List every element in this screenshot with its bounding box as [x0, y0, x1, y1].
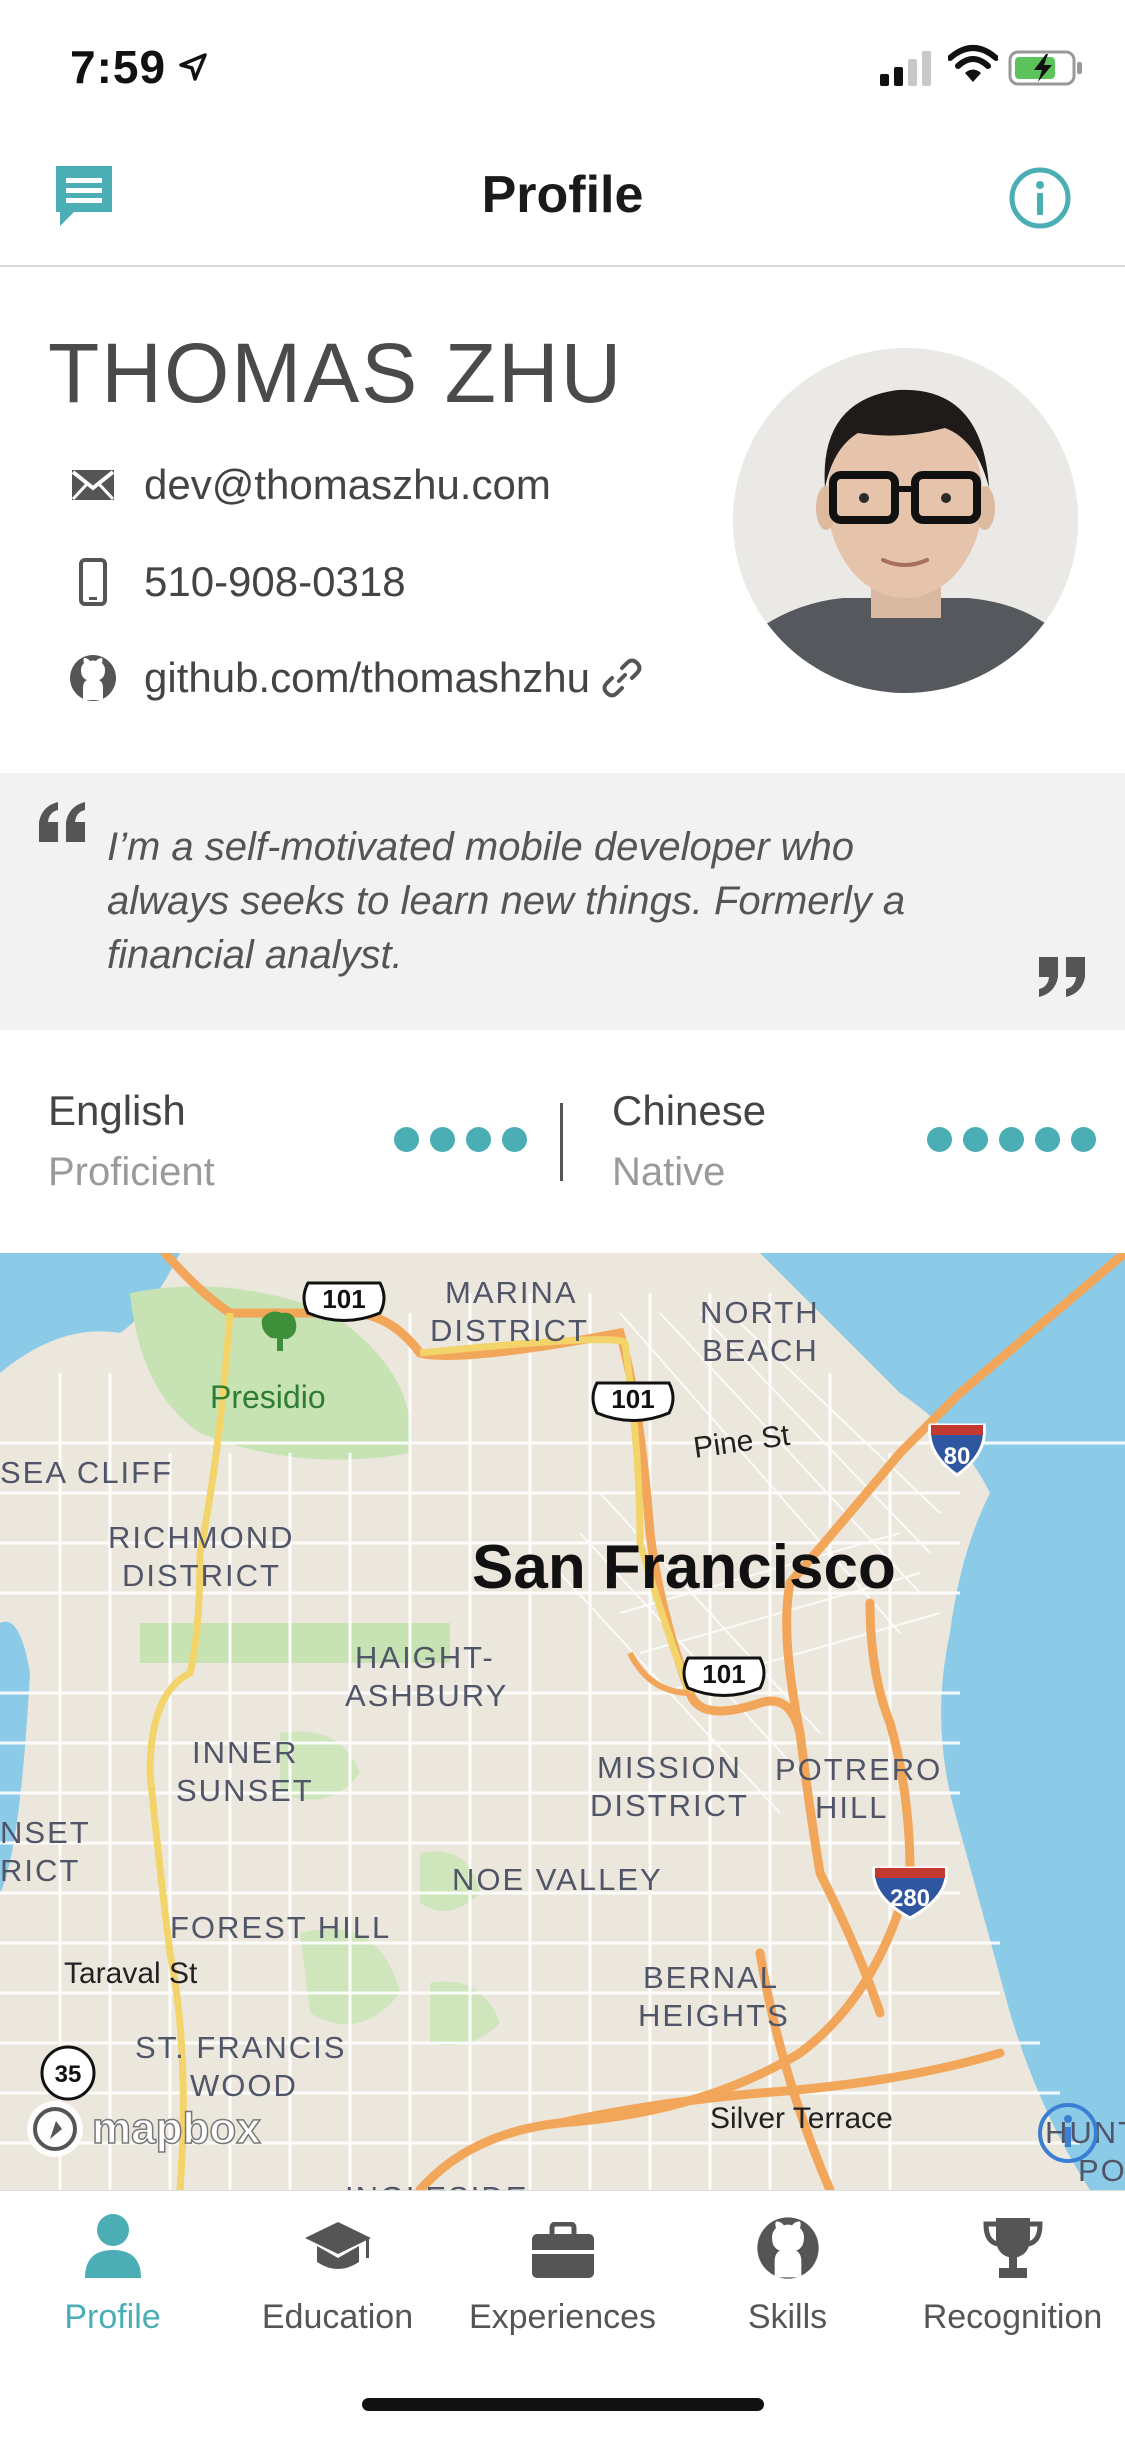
map-label: BERNAL [643, 1960, 779, 1995]
map-label: NOE VALLEY [452, 1862, 663, 1897]
language-divider [560, 1103, 563, 1181]
proficiency-dot [1071, 1127, 1096, 1152]
tab-experiences[interactable]: Experiences [450, 2200, 675, 2340]
svg-text:101: 101 [702, 1659, 745, 1689]
map-label: POTRERO [775, 1752, 942, 1787]
park-label: Presidio [210, 1379, 326, 1415]
language-name: Chinese [612, 1087, 767, 1134]
map-label: INNER [192, 1735, 298, 1770]
svg-text:mapbox: mapbox [92, 2104, 261, 2153]
tab-recognition[interactable]: Recognition [900, 2200, 1125, 2340]
us-101-shield: 101 [682, 1656, 766, 1697]
person-icon [0, 2200, 225, 2280]
proficiency-dot [502, 1127, 527, 1152]
page-title: Profile [481, 166, 644, 224]
map-label: DISTRICT [430, 1313, 589, 1348]
svg-text:101: 101 [322, 1284, 365, 1314]
profile-name: THOMAS ZHU [48, 326, 624, 420]
battery-icon [1008, 50, 1082, 86]
map-label: ASHBURY [345, 1678, 508, 1713]
map-label: HEIGHTS [638, 1998, 790, 2033]
svg-text:80: 80 [944, 1443, 971, 1470]
map-label: BEACH [702, 1333, 819, 1368]
wifi-icon [948, 45, 998, 82]
briefcase-icon [450, 2200, 675, 2280]
us-101-shield: 101 [302, 1281, 386, 1322]
email-text: dev@thomaszhu.com [144, 461, 551, 508]
ca-35-shield: 35 [40, 2045, 96, 2101]
language-level: Native [612, 1150, 726, 1194]
language-name: English [48, 1087, 186, 1134]
github-icon [68, 653, 118, 703]
map-label: DISTRICT [590, 1788, 749, 1823]
map-label: RICT [0, 1853, 80, 1888]
proficiency-dot [394, 1127, 419, 1152]
map-label: HILL [815, 1790, 888, 1825]
map-label: HUNTE [1045, 2115, 1125, 2150]
us-101-shield: 101 [591, 1381, 675, 1422]
location-map[interactable]: MARINA DISTRICT NORTH BEACH SEA CLIFF RI… [0, 1253, 1125, 2190]
map-label: DISTRICT [122, 1558, 281, 1593]
home-indicator[interactable] [362, 2398, 764, 2411]
mapbox-logo: mapbox [27, 2101, 262, 2157]
tab-label: Experiences [468, 2298, 657, 2336]
status-time: 7:59 [70, 41, 167, 93]
tab-education[interactable]: Education [225, 2200, 450, 2340]
proficiency-dots [394, 1127, 527, 1152]
proficiency-dot [999, 1127, 1024, 1152]
proficiency-dot [963, 1127, 988, 1152]
street-label: Silver Terrace [710, 2102, 893, 2135]
info-icon[interactable] [1008, 166, 1072, 230]
map-label: SUNSET [176, 1773, 314, 1808]
proficiency-dot [927, 1127, 952, 1152]
external-link-icon [602, 658, 642, 698]
cellular-signal-icon [880, 51, 931, 86]
map-label: ST. FRANCIS [135, 2030, 346, 2065]
map-label: RICHMOND [108, 1520, 295, 1555]
svg-text:101: 101 [611, 1384, 654, 1414]
close-quote-icon [1039, 957, 1085, 997]
github-row[interactable]: github.com/thomashzhu [68, 648, 642, 708]
phone-text: 510-908-0318 [144, 558, 406, 605]
map-label: NORTH [700, 1295, 820, 1330]
tab-label: Education [261, 2298, 414, 2336]
proficiency-dot [1035, 1127, 1060, 1152]
avatar [733, 348, 1078, 693]
svg-text:280: 280 [890, 1885, 930, 1912]
map-label: FOREST HILL [170, 1910, 391, 1945]
proficiency-dots [927, 1127, 1096, 1152]
phone-row[interactable]: 510-908-0318 [68, 552, 406, 612]
svg-text:35: 35 [55, 2061, 82, 2088]
graduation-cap-icon [225, 2200, 450, 2280]
tab-label: Recognition [922, 2298, 1103, 2336]
language-level: Proficient [48, 1150, 215, 1194]
github-text: github.com/thomashzhu [144, 654, 590, 701]
map-label: NSET [0, 1815, 91, 1850]
map-label: HAIGHT- [355, 1640, 495, 1675]
map-label: WOOD [190, 2068, 298, 2103]
tab-label: Skills [747, 2298, 828, 2336]
trophy-icon [900, 2200, 1125, 2280]
mobile-phone-icon [68, 557, 118, 607]
proficiency-dot [430, 1127, 455, 1152]
open-quote-icon [39, 802, 85, 842]
street-label: Taraval St [64, 1957, 198, 1990]
chat-bubble-icon[interactable] [52, 162, 116, 230]
email-row[interactable]: dev@thomaszhu.com [68, 455, 551, 515]
map-label: SEA CLIFF [0, 1455, 173, 1490]
github-icon [675, 2200, 900, 2280]
map-label: POINT [1078, 2153, 1125, 2188]
map-label: MARINA [445, 1275, 578, 1310]
location-arrow-icon [179, 53, 207, 81]
envelope-icon [68, 460, 118, 510]
tab-label: Profile [64, 2298, 161, 2336]
proficiency-dot [466, 1127, 491, 1152]
map-label: MISSION [597, 1750, 742, 1785]
bio-text: I’m a self-motivated mobile developer wh… [107, 825, 906, 977]
map-label: INGLESIDE [345, 2180, 528, 2190]
city-label: San Francisco [472, 1533, 896, 1602]
tab-skills[interactable]: Skills [675, 2200, 900, 2340]
tab-profile[interactable]: Profile [0, 2200, 225, 2340]
